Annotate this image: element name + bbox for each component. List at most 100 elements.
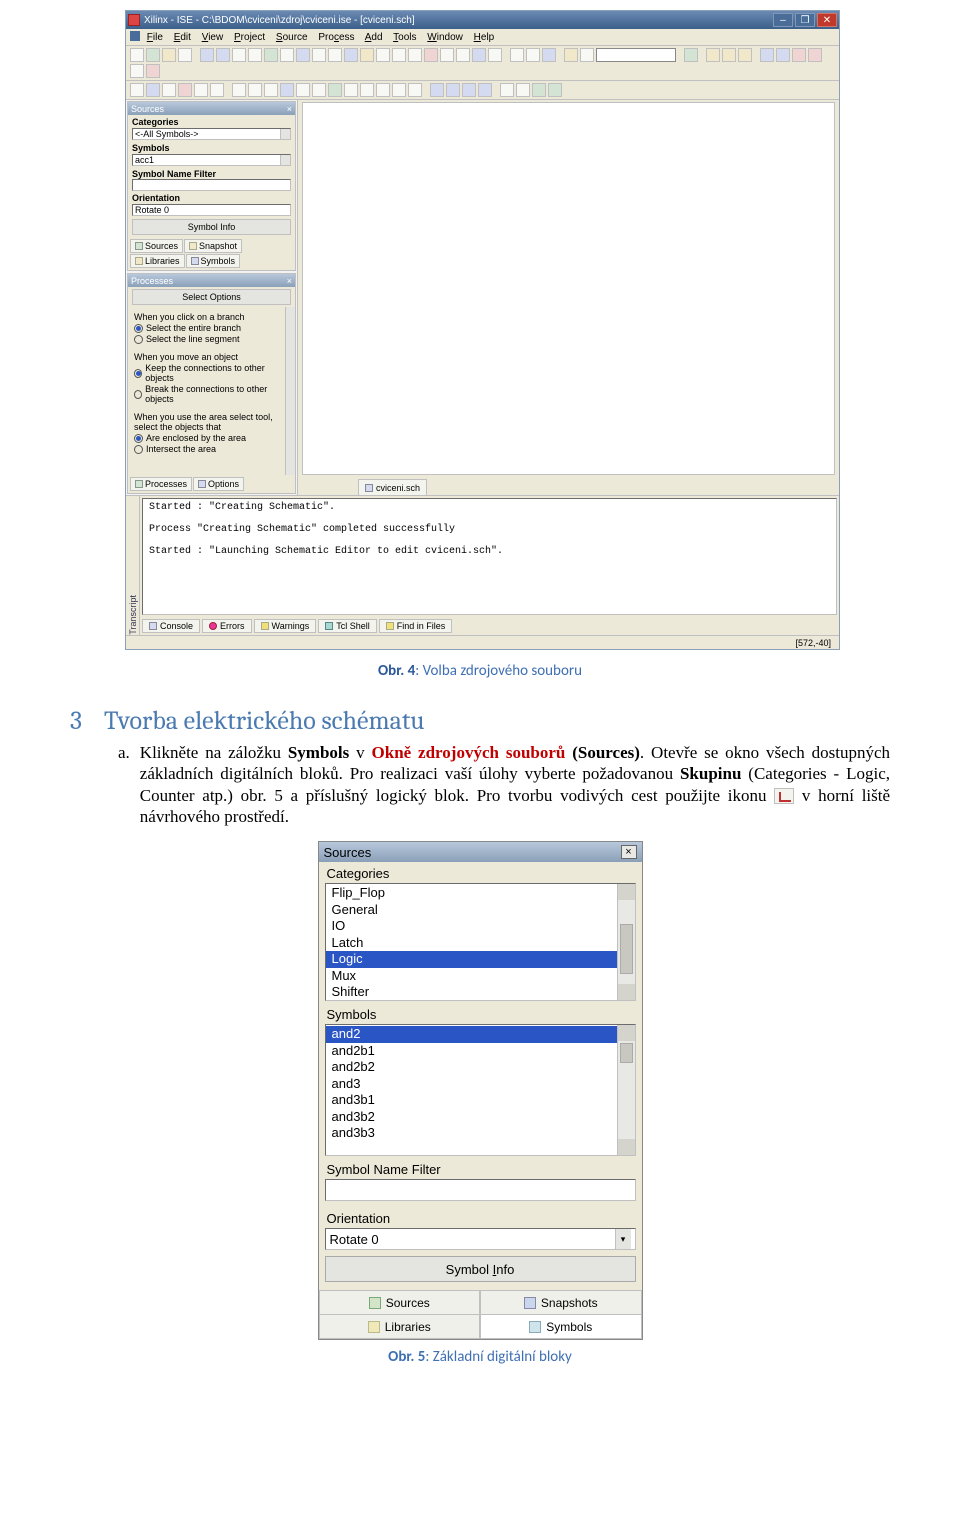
list-item[interactable]: and3b2 [326, 1109, 617, 1126]
toolbar-icon[interactable] [792, 48, 806, 62]
toolbar-icon[interactable] [808, 48, 822, 62]
menu-file[interactable]: File [147, 32, 163, 43]
toolbar-icon[interactable] [360, 83, 374, 97]
toolbar-icon[interactable] [408, 83, 422, 97]
toolbar-icon[interactable] [706, 48, 720, 62]
list-item[interactable]: and2b1 [326, 1043, 617, 1060]
radio-option[interactable]: Select the line segment [134, 334, 279, 344]
panel-close-icon[interactable]: × [287, 104, 292, 114]
tab-snapshot[interactable]: Snapshot [184, 239, 242, 253]
list-item[interactable]: and2b2 [326, 1059, 617, 1076]
toolbar-icon[interactable] [312, 83, 326, 97]
menu-window[interactable]: Window [427, 32, 463, 43]
toolbar-icon[interactable] [194, 83, 208, 97]
symbol-info-button[interactable]: Symbol Info [132, 219, 291, 235]
toolbar-icon[interactable] [296, 83, 310, 97]
document-tab[interactable]: cviceni.sch [358, 479, 427, 495]
console-vertical-tab[interactable]: Transcript [126, 496, 140, 635]
menu-edit[interactable]: Edit [174, 32, 191, 43]
toolbar-icon[interactable] [462, 83, 476, 97]
toolbar-icon[interactable] [130, 64, 144, 78]
toolbar-icon[interactable] [472, 48, 486, 62]
toolbar-icon[interactable] [264, 48, 278, 62]
tab-processes[interactable]: Processes [130, 477, 192, 491]
console-output[interactable]: Started : "Creating Schematic". Process … [142, 498, 837, 615]
toolbar-icon[interactable] [130, 48, 144, 62]
toolbar-icon[interactable] [210, 83, 224, 97]
toolbar-icon[interactable] [248, 83, 262, 97]
list-item[interactable]: and3b3 [326, 1125, 617, 1142]
toolbar-icon[interactable] [392, 83, 406, 97]
tab-symbols[interactable]: Symbols [186, 254, 241, 268]
toolbar-icon[interactable] [722, 48, 736, 62]
symbol-info-button[interactable]: Symbol Info [325, 1256, 636, 1282]
close-button[interactable]: ✕ [817, 13, 837, 27]
mdi-system-icon[interactable] [130, 31, 140, 41]
toolbar-icon[interactable] [424, 48, 438, 62]
menu-tools[interactable]: Tools [393, 32, 416, 43]
toolbar-icon[interactable] [296, 48, 310, 62]
toolbar-icon[interactable] [216, 48, 230, 62]
radio-option[interactable]: Keep the connections to other objects [134, 363, 279, 383]
scrollbar[interactable] [285, 307, 295, 475]
tab-find-in-files[interactable]: Find in Files [379, 619, 453, 633]
toolbar-icon[interactable] [440, 48, 454, 62]
toolbar-icon[interactable] [264, 83, 278, 97]
list-item-selected[interactable]: and2 [326, 1026, 617, 1043]
toolbar-icon[interactable] [232, 48, 246, 62]
toolbar-icon[interactable] [564, 48, 578, 62]
toolbar-icon[interactable] [430, 83, 444, 97]
list-item[interactable]: Shifter [326, 984, 617, 1000]
scrollbar[interactable] [280, 155, 290, 165]
tab-options[interactable]: Options [193, 477, 244, 491]
list-item[interactable]: and3b1 [326, 1092, 617, 1109]
toolbar-icon[interactable] [684, 48, 698, 62]
toolbar-icon[interactable] [130, 83, 144, 97]
toolbar-icon[interactable] [312, 48, 326, 62]
toolbar-icon[interactable] [542, 48, 556, 62]
toolbar-icon[interactable] [162, 48, 176, 62]
maximize-button[interactable]: ❐ [795, 13, 815, 27]
toolbar-icon[interactable] [280, 48, 294, 62]
symbol-name-filter-input[interactable] [325, 1179, 636, 1201]
toolbar-icon[interactable] [760, 48, 774, 62]
toolbar-icon[interactable] [488, 48, 502, 62]
toolbar-icon[interactable] [516, 83, 530, 97]
scrollbar[interactable] [617, 884, 635, 1000]
list-item[interactable]: and3 [326, 1076, 617, 1093]
categories-listbox[interactable]: Flip_Flop General IO Latch Logic Mux Shi… [325, 883, 636, 1001]
symbols-listbox[interactable]: and2 and2b1 and2b2 and3 and3b1 and3b2 an… [325, 1024, 636, 1156]
toolbar-icon[interactable] [280, 83, 294, 97]
toolbar-icon[interactable] [408, 48, 422, 62]
toolbar-icon[interactable] [392, 48, 406, 62]
menu-project[interactable]: Project [234, 32, 265, 43]
toolbar-icon[interactable] [376, 83, 390, 97]
select-options-button[interactable]: Select Options [132, 289, 291, 305]
toolbar-icon[interactable] [376, 48, 390, 62]
toolbar-dropdown[interactable] [596, 48, 676, 62]
radio-option[interactable]: Intersect the area [134, 444, 279, 454]
toolbar-icon[interactable] [248, 48, 262, 62]
list-item-selected[interactable]: Logic [326, 951, 617, 968]
toolbar-icon[interactable] [360, 48, 374, 62]
list-item[interactable]: Latch [326, 935, 617, 952]
tab-libraries[interactable]: Libraries [319, 1315, 481, 1339]
toolbar-icon[interactable] [344, 83, 358, 97]
menu-source[interactable]: Source [276, 32, 308, 43]
toolbar-icon[interactable] [146, 48, 160, 62]
toolbar-icon[interactable] [738, 48, 752, 62]
toolbar-icon[interactable] [162, 83, 176, 97]
symbols-listbox[interactable]: acc1 [132, 154, 291, 166]
list-item[interactable]: Mux [326, 968, 617, 985]
schematic-canvas[interactable] [302, 102, 835, 475]
menu-view[interactable]: View [202, 32, 224, 43]
list-item[interactable]: IO [326, 918, 617, 935]
toolbar-icon[interactable] [478, 83, 492, 97]
scrollbar[interactable] [617, 1025, 635, 1155]
toolbar-icon[interactable] [178, 83, 192, 97]
tab-errors[interactable]: Errors [202, 619, 252, 633]
radio-option[interactable]: Select the entire branch [134, 323, 279, 333]
symbol-name-filter-input[interactable] [132, 179, 291, 191]
panel-close-icon[interactable]: × [287, 276, 292, 286]
menu-bar[interactable]: File Edit View Project Source Process Ad… [126, 29, 839, 46]
